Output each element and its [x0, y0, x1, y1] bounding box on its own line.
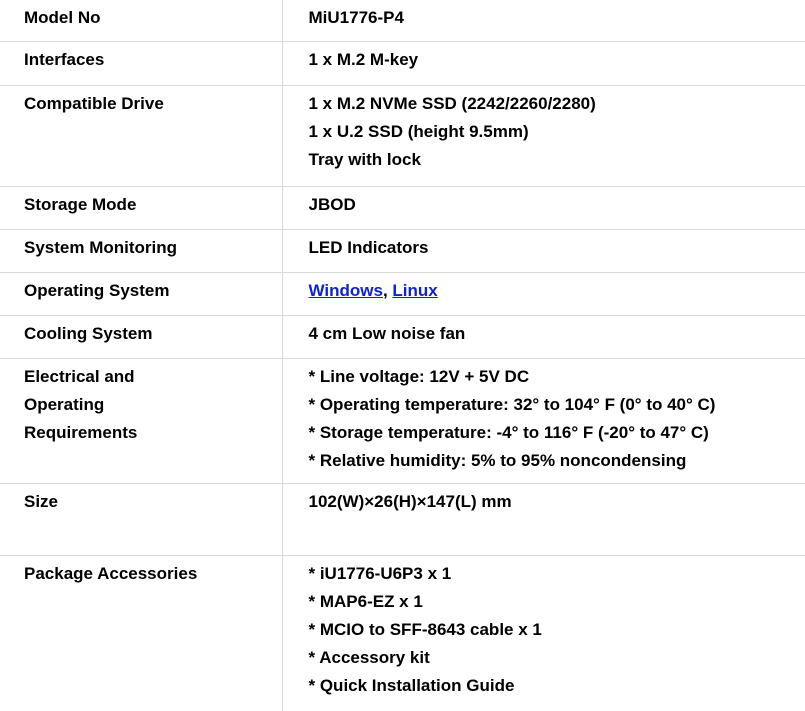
- spec-label-model-no: Model No: [0, 0, 283, 42]
- value-line: * MAP6-EZ x 1: [308, 591, 423, 611]
- table-row: Package Accessories * iU1776-U6P3 x 1 * …: [0, 555, 805, 711]
- linux-link[interactable]: Linux: [392, 281, 437, 300]
- spec-value-electrical-operating-requirements: * Line voltage: 12V + 5V DC * Operating …: [282, 358, 805, 484]
- table-row: Compatible Drive 1 x M.2 NVMe SSD (2242/…: [0, 85, 805, 187]
- table-row: Model No MiU1776-P4: [0, 0, 805, 42]
- spec-label-compatible-drive: Compatible Drive: [0, 85, 283, 187]
- windows-link[interactable]: Windows: [309, 281, 383, 300]
- spec-label-system-monitoring: System Monitoring: [0, 229, 283, 273]
- link-separator: ,: [382, 280, 393, 300]
- table-row: Interfaces 1 x M.2 M-key: [0, 41, 805, 86]
- spec-label-size: Size: [0, 483, 283, 556]
- value-line: * iU1776-U6P3 x 1: [308, 563, 452, 583]
- value-line: * Storage temperature: -4° to 116° F (-2…: [308, 422, 709, 442]
- spec-label-electrical-operating-requirements: Electrical and Operating Requirements: [0, 358, 283, 484]
- spec-value-interfaces: 1 x M.2 M-key: [282, 41, 805, 86]
- label-line: Operating: [24, 394, 105, 414]
- value-line: * Accessory kit: [308, 647, 430, 667]
- spec-label-operating-system: Operating System: [0, 272, 283, 316]
- value-line: LED Indicators: [308, 237, 429, 257]
- spec-table: Model No MiU1776-P4 Interfaces 1 x M.2 M…: [0, 0, 805, 711]
- spec-value-storage-mode: JBOD: [282, 186, 805, 230]
- label-line: Electrical and: [24, 366, 135, 386]
- spec-value-package-accessories: * iU1776-U6P3 x 1 * MAP6-EZ x 1 * MCIO t…: [282, 555, 805, 711]
- value-line: * Relative humidity: 5% to 95% nonconden…: [308, 450, 687, 470]
- value-line: MiU1776-P4: [308, 8, 404, 27]
- table-row: Electrical and Operating Requirements * …: [0, 358, 805, 484]
- value-line: JBOD: [308, 194, 356, 214]
- value-line: 1 x M.2 M-key: [308, 49, 419, 69]
- spec-value-model-no: MiU1776-P4: [282, 0, 805, 42]
- value-line: 1 x M.2 NVMe SSD (2242/2260/2280): [308, 93, 596, 113]
- table-row: System Monitoring LED Indicators: [0, 229, 805, 273]
- spec-label-package-accessories: Package Accessories: [0, 555, 283, 711]
- value-line: 4 cm Low noise fan: [308, 323, 466, 343]
- label-line: Requirements: [24, 422, 138, 442]
- spec-label-interfaces: Interfaces: [0, 41, 283, 86]
- table-row: Size 102(W)×26(H)×147(L) mm: [0, 483, 805, 556]
- spec-value-compatible-drive: 1 x M.2 NVMe SSD (2242/2260/2280) 1 x U.…: [282, 85, 805, 187]
- value-line: Tray with lock: [308, 149, 421, 169]
- spec-label-storage-mode: Storage Mode: [0, 186, 283, 230]
- spec-value-size: 102(W)×26(H)×147(L) mm: [282, 483, 805, 556]
- value-line: * Operating temperature: 32° to 104° F (…: [308, 394, 716, 414]
- table-row: Operating System Windows, Linux: [0, 272, 805, 316]
- value-line: * Quick Installation Guide: [308, 675, 515, 695]
- value-line: * MCIO to SFF-8643 cable x 1: [308, 619, 542, 639]
- value-line: 102(W)×26(H)×147(L) mm: [308, 491, 512, 511]
- table-row: Cooling System 4 cm Low noise fan: [0, 315, 805, 359]
- value-line: 1 x U.2 SSD (height 9.5mm): [308, 121, 529, 141]
- spec-value-cooling-system: 4 cm Low noise fan: [282, 315, 805, 359]
- table-row: Storage Mode JBOD: [0, 186, 805, 230]
- value-line: * Line voltage: 12V + 5V DC: [308, 366, 530, 386]
- spec-label-cooling-system: Cooling System: [0, 315, 283, 359]
- spec-value-operating-system: Windows, Linux: [282, 272, 805, 316]
- spec-value-system-monitoring: LED Indicators: [282, 229, 805, 273]
